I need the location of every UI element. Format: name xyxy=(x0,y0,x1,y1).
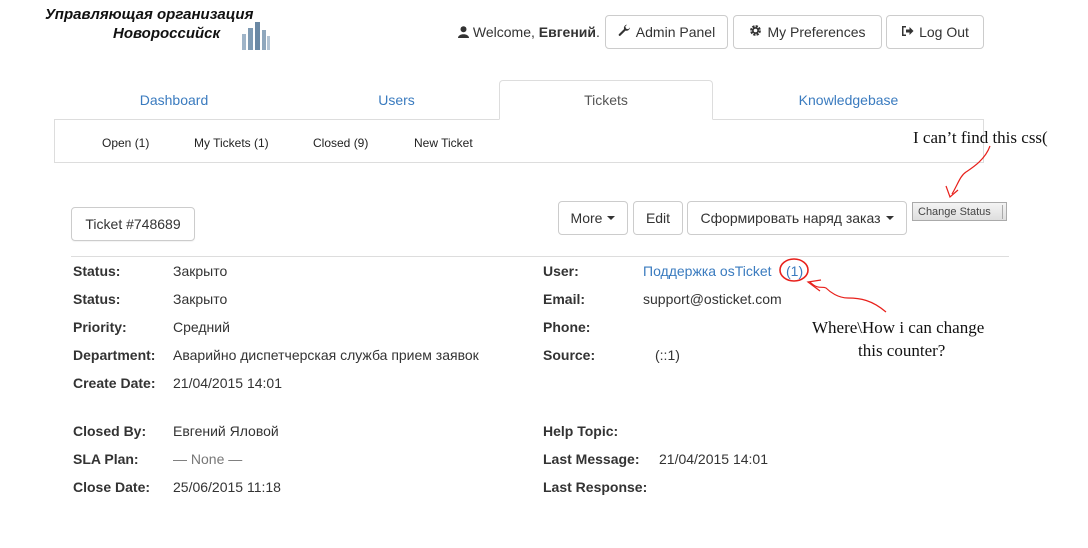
user-ticket-count[interactable]: (1) xyxy=(786,263,803,279)
subnav-new-ticket[interactable]: New Ticket xyxy=(414,136,473,150)
change-status-button[interactable]: Change Status xyxy=(912,202,1007,221)
sla-plan-label: SLA Plan: xyxy=(73,451,139,467)
closed-by-label: Closed By: xyxy=(73,423,147,439)
admin-panel-label: Admin Panel xyxy=(635,24,716,40)
change-status-label: Change Status xyxy=(918,205,991,218)
priority-label: Priority: xyxy=(73,319,127,335)
close-date-label: Close Date: xyxy=(73,479,151,495)
css-question-annotation: I can’t find this css( xyxy=(913,128,1048,147)
counter-question-annotation-line2: this counter? xyxy=(858,341,946,360)
priority-value: Средний xyxy=(173,319,230,335)
welcome-suffix: . xyxy=(596,24,600,40)
phone-label: Phone: xyxy=(543,319,591,335)
source-label: Source: xyxy=(543,347,596,363)
department-label: Department: xyxy=(73,347,156,363)
status-label: Status: xyxy=(73,263,121,279)
status-label: Status: xyxy=(73,291,121,307)
more-label: More xyxy=(570,210,603,226)
my-preferences-label: My Preferences xyxy=(767,24,866,40)
admin-panel-button[interactable]: Admin Panel xyxy=(605,15,728,49)
subnav-open[interactable]: Open (1) xyxy=(102,136,149,150)
email-value: support@osticket.com xyxy=(643,291,782,307)
status-value: Закрыто xyxy=(173,291,228,307)
arrow-head xyxy=(945,185,959,199)
create-date-label: Create Date: xyxy=(73,375,156,391)
button-separator xyxy=(1002,205,1003,219)
create-date-value: 21/04/2015 14:01 xyxy=(173,375,282,391)
arrow-head xyxy=(806,279,822,292)
last-message-label: Last Message: xyxy=(543,451,640,467)
closed-by-value: Евгений Яловой xyxy=(173,423,279,439)
user-icon xyxy=(458,24,473,40)
ticket-number: Ticket #748689 xyxy=(71,207,195,241)
sign-out-icon xyxy=(901,24,919,40)
counter-question-annotation-line1: Where\How i can change xyxy=(812,318,985,337)
last-response-label: Last Response: xyxy=(543,479,648,495)
tab-knowledgebase[interactable]: Knowledgebase xyxy=(713,80,984,120)
source-value: (::1) xyxy=(655,347,680,363)
tab-users[interactable]: Users xyxy=(294,80,499,120)
subnav-my-tickets[interactable]: My Tickets (1) xyxy=(194,136,269,150)
form-order-label: Сформировать наряд заказ xyxy=(700,210,881,226)
arrow-to-counter xyxy=(809,281,887,313)
edit-button[interactable]: Edit xyxy=(633,201,683,235)
subnav-closed[interactable]: Closed (9) xyxy=(313,136,368,150)
info-divider xyxy=(71,256,1009,257)
last-message-value: 21/04/2015 14:01 xyxy=(659,451,768,467)
close-date-value: 25/06/2015 11:18 xyxy=(173,479,281,495)
caret-down-icon xyxy=(885,216,894,220)
welcome-message: Welcome, Евгений. xyxy=(458,24,600,40)
status-value: Закрыто xyxy=(173,263,228,279)
department-value: Аварийно диспетчерская служба прием заяв… xyxy=(173,347,479,363)
welcome-prefix: Welcome, xyxy=(472,24,535,40)
caret-down-icon xyxy=(607,216,616,220)
user-link[interactable]: Поддержка osTicket xyxy=(643,263,772,279)
wrench-icon xyxy=(618,24,636,40)
form-order-dropdown-button[interactable]: Сформировать наряд заказ xyxy=(687,201,907,235)
user-name: Евгений xyxy=(538,24,596,40)
email-label: Email: xyxy=(543,291,586,307)
gear-icon xyxy=(749,24,767,40)
tab-dashboard[interactable]: Dashboard xyxy=(54,80,294,120)
help-topic-label: Help Topic: xyxy=(543,423,619,439)
tab-tickets[interactable]: Tickets xyxy=(499,80,713,120)
org-name-line1: Управляющая организация xyxy=(45,6,254,23)
sla-plan-value: — None — xyxy=(173,451,243,467)
log-out-label: Log Out xyxy=(919,24,969,40)
log-out-button[interactable]: Log Out xyxy=(886,15,984,49)
more-dropdown-button[interactable]: More xyxy=(558,201,628,235)
building-logo-icon xyxy=(240,20,272,52)
my-preferences-button[interactable]: My Preferences xyxy=(733,15,882,49)
org-name-line2: Новороссийск xyxy=(113,25,221,42)
user-label: User: xyxy=(543,263,579,279)
